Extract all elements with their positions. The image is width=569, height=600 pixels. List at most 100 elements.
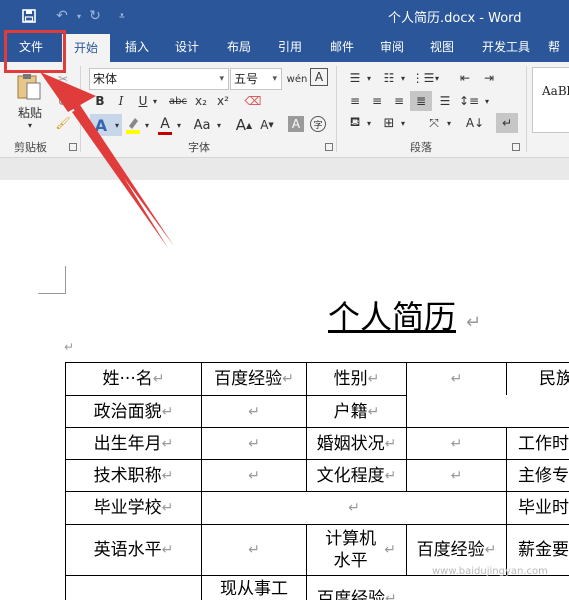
- table-cell[interactable]: ↵: [201, 524, 307, 576]
- shading-dropdown-icon[interactable]: ▾: [364, 114, 374, 132]
- chinese-layout-icon[interactable]: ⤧: [424, 114, 444, 132]
- undo-icon[interactable]: ↶: [50, 5, 74, 27]
- change-case-button[interactable]: Aa: [190, 114, 214, 136]
- table-cell[interactable]: 文化程度 ↵: [306, 459, 407, 492]
- decrease-indent-icon[interactable]: ⇤: [456, 70, 474, 86]
- highlight-color-icon[interactable]: [124, 114, 142, 136]
- paste-icon[interactable]: [12, 72, 46, 102]
- undo-dropdown-icon[interactable]: ▾: [74, 5, 84, 27]
- table-cell[interactable]: 出生年月 ↵: [65, 427, 202, 460]
- change-case-dropdown-icon[interactable]: ▾: [214, 114, 224, 136]
- multilevel-list-icon[interactable]: ⋮☰: [412, 70, 435, 86]
- tab-view[interactable]: 视图: [420, 32, 464, 62]
- table-cell[interactable]: ↵: [201, 459, 307, 492]
- table-cell[interactable]: 百度经验 ↵: [201, 362, 307, 396]
- show-marks-icon[interactable]: ↵: [496, 113, 518, 133]
- clipboard-launcher-icon[interactable]: [69, 143, 77, 151]
- pinyin-guide-icon[interactable]: wén: [286, 68, 308, 90]
- chinese-layout-dropdown-icon[interactable]: ▾: [444, 114, 454, 132]
- enclose-characters-button[interactable]: 字: [310, 116, 326, 132]
- font-launcher-icon[interactable]: [325, 143, 333, 151]
- tab-home[interactable]: 开始: [62, 34, 110, 62]
- borders-icon[interactable]: ⊞: [380, 114, 398, 132]
- underline-button[interactable]: U: [136, 92, 150, 110]
- align-right-icon[interactable]: ≡: [390, 92, 408, 110]
- table-cell[interactable]: 婚姻状况 ↵: [306, 427, 407, 460]
- borders-dropdown-icon[interactable]: ▾: [398, 114, 408, 132]
- align-center-icon[interactable]: ≡: [368, 92, 386, 110]
- table-cell[interactable]: [406, 395, 569, 428]
- paragraph-launcher-icon[interactable]: [512, 143, 520, 151]
- table-cell[interactable]: 计算机水平 ↵: [306, 524, 407, 576]
- superscript-button[interactable]: x²: [214, 92, 232, 110]
- clear-formatting-icon[interactable]: ⌫: [244, 92, 262, 110]
- bullets-icon[interactable]: ☰: [346, 70, 364, 86]
- tab-references[interactable]: 引用: [268, 32, 312, 62]
- table-cell[interactable]: 毕业时: [506, 491, 569, 525]
- text-effects-button[interactable]: A: [90, 114, 112, 136]
- table-cell[interactable]: 民族: [506, 362, 569, 396]
- text-effects-dropdown-icon[interactable]: ▾: [112, 114, 122, 136]
- font-color-button[interactable]: A: [156, 114, 174, 136]
- table-cell[interactable]: ↵: [406, 459, 507, 492]
- character-shading-button[interactable]: A: [288, 116, 304, 132]
- strikethrough-button[interactable]: abc: [166, 92, 190, 110]
- line-spacing-icon[interactable]: ↕≡: [459, 92, 479, 110]
- bullets-dropdown-icon[interactable]: ▾: [364, 70, 374, 86]
- document-page[interactable]: 个人简历 ↵ ↵ 姓···名 ↵ 百度经验 ↵ 性别 ↵ ↵ 民族 政治面貌 ↵ ↵ 户…: [0, 180, 569, 600]
- tab-review[interactable]: 审阅: [370, 32, 414, 62]
- subscript-button[interactable]: x₂: [192, 92, 210, 110]
- table-cell[interactable]: 政治面貌 ↵: [65, 395, 202, 428]
- table-cell[interactable]: ↵: [201, 491, 507, 525]
- table-cell[interactable]: 主修专: [506, 459, 569, 492]
- distributed-icon[interactable]: ☰: [436, 92, 454, 110]
- table-cell[interactable]: ↵: [406, 362, 507, 396]
- multilevel-dropdown-icon[interactable]: ▾: [432, 70, 442, 86]
- table-cell[interactable]: 性别 ↵: [306, 362, 407, 396]
- italic-button[interactable]: I: [114, 92, 128, 110]
- align-left-icon[interactable]: ≡: [346, 92, 364, 110]
- shrink-font-button[interactable]: A ▼: [258, 114, 276, 136]
- character-border-icon[interactable]: A: [310, 68, 328, 86]
- bold-button[interactable]: B: [92, 92, 108, 110]
- underline-dropdown-icon[interactable]: ▾: [150, 92, 160, 110]
- shading-icon[interactable]: ⛾: [346, 114, 364, 132]
- customize-qat-icon[interactable]: ⩡: [112, 5, 132, 27]
- table-cell[interactable]: ↵: [406, 427, 507, 460]
- tab-insert[interactable]: 插入: [116, 32, 158, 62]
- format-painter-icon[interactable]: 🖌: [54, 114, 72, 132]
- table-cell[interactable]: ↵: [201, 427, 307, 460]
- increase-indent-icon[interactable]: ⇥: [480, 70, 498, 86]
- tab-mailings[interactable]: 邮件: [320, 32, 364, 62]
- grow-font-button[interactable]: A ▲: [234, 114, 254, 136]
- redo-icon[interactable]: ↻: [84, 5, 106, 27]
- justify-icon[interactable]: ≣: [410, 91, 432, 111]
- copy-icon[interactable]: ⧉: [54, 92, 72, 110]
- table-cell[interactable]: 百度经验 ↵: [306, 575, 569, 600]
- sort-icon[interactable]: A↓: [466, 114, 484, 132]
- numbering-dropdown-icon[interactable]: ▾: [398, 70, 408, 86]
- table-cell[interactable]: [65, 575, 202, 600]
- styles-gallery[interactable]: AaBb: [532, 67, 569, 133]
- font-color-dropdown-icon[interactable]: ▾: [174, 114, 184, 136]
- table-cell[interactable]: ↵: [201, 395, 307, 428]
- table-cell[interactable]: 英语水平 ↵: [65, 524, 202, 576]
- highlight-dropdown-icon[interactable]: ▾: [142, 114, 152, 136]
- font-name-select[interactable]: 宋体 ▾: [89, 68, 229, 90]
- table-cell[interactable]: 姓···名 ↵: [65, 362, 202, 396]
- line-spacing-dropdown-icon[interactable]: ▾: [482, 92, 492, 110]
- numbering-icon[interactable]: ☷: [380, 70, 398, 86]
- table-cell[interactable]: 毕业学校 ↵: [65, 491, 202, 525]
- save-icon[interactable]: [16, 5, 42, 27]
- table-cell[interactable]: 户籍 ↵: [306, 395, 407, 428]
- tab-design[interactable]: 设计: [166, 32, 208, 62]
- font-size-select[interactable]: 五号 ▾: [230, 68, 282, 90]
- table-cell[interactable]: 现从事工: [201, 575, 307, 600]
- paste-dropdown-icon[interactable]: ▾: [24, 120, 36, 130]
- tab-developer[interactable]: 开发工具: [474, 32, 538, 62]
- tab-layout[interactable]: 布局: [218, 32, 260, 62]
- paste-button[interactable]: 粘贴: [14, 104, 46, 120]
- table-cell[interactable]: 工作时: [506, 427, 569, 460]
- tab-help[interactable]: 帮: [548, 32, 569, 62]
- table-cell[interactable]: 技术职称 ↵: [65, 459, 202, 492]
